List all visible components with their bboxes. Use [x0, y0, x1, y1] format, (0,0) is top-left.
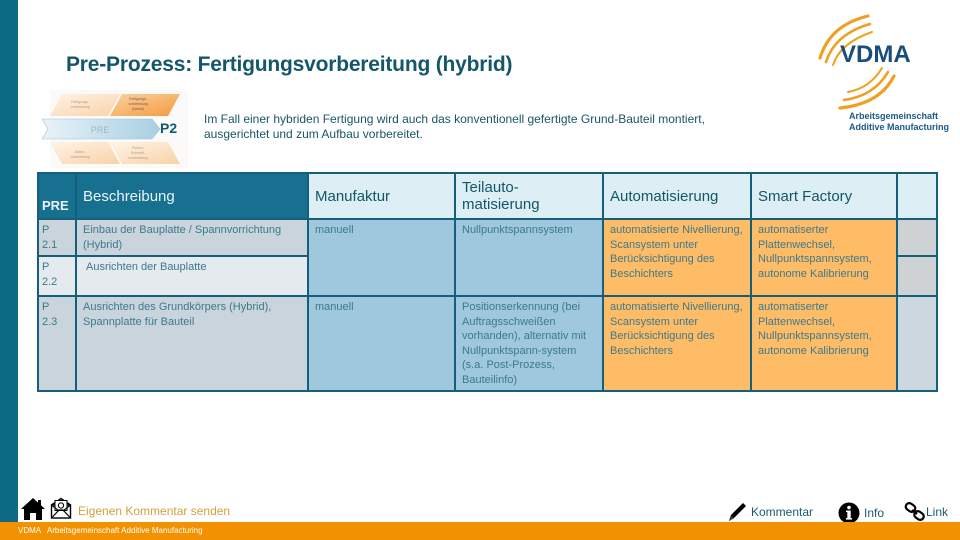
row-teilautomatisierung: Positionserkennung (bei Auftragsschweiße… — [454, 295, 604, 392]
row-manufaktur: manuell — [307, 218, 456, 297]
row-teilautomatisierung: Nullpunktspannsystem — [454, 218, 604, 297]
row-beschreibung: Einbau der Bauplatte / Spannvorrichtung … — [75, 218, 309, 257]
kommentar-label: Kommentar — [751, 505, 814, 519]
header-extra — [896, 172, 938, 220]
svg-text:Fertigungs-: Fertigungs- — [71, 100, 90, 104]
row-id-prefix: P — [42, 261, 50, 273]
svg-text:(hybrid): (hybrid) — [132, 107, 144, 111]
logo-subtitle-line2: Additive Manufacturing — [849, 122, 950, 132]
header-teilautomatisierung-l1: Teilauto- — [462, 179, 519, 196]
footer-org-text: VDMA Arbeitsgemeinschaft Additive Manufa… — [18, 526, 203, 535]
row-beschreibung: Ausrichten der Bauplatte — [75, 255, 309, 297]
svg-text:Rohstoff-: Rohstoff- — [131, 151, 146, 155]
svg-text:vorbereitung: vorbereitung — [128, 102, 148, 106]
row-extra — [896, 295, 938, 392]
info-icon — [838, 502, 860, 524]
chain-link-icon — [904, 502, 925, 521]
svg-text:Fertigungs-: Fertigungs- — [129, 97, 148, 101]
svg-text:vorbereitung: vorbereitung — [70, 105, 90, 109]
header-teilautomatisierung-l2: matisierung — [462, 196, 540, 213]
logo-subtitle: Arbeitsgemeinschaft Additive Manufacturi… — [849, 111, 949, 133]
link-label: Link — [926, 505, 949, 519]
automation-table: PRE Beschreibung Manufaktur Teilauto-mat… — [37, 172, 938, 392]
row-smart-factory: automatiserter Plattenwechsel, Nullpunkt… — [750, 295, 898, 392]
page-title: Pre-Prozess: Fertigungsvorbereitung (hyb… — [66, 53, 513, 76]
kommentar-button[interactable]: Kommentar — [726, 502, 813, 522]
row-smart-factory: automatiserter Plattenwechsel, Nullpunkt… — [750, 218, 898, 297]
header-pre: PRE — [37, 172, 77, 220]
table-row: P 2.1 Einbau der Bauplatte / Spannvorrich… — [37, 218, 938, 297]
row-automatisierung: automatisierte Nivellierung, Scansystem … — [602, 295, 752, 392]
header-smart-factory: Smart Factory — [750, 172, 898, 220]
row-beschreibung: Ausrichten des Grundkörpers (Hybrid), Sp… — [75, 295, 309, 392]
row-manufaktur: manuell — [307, 295, 456, 392]
svg-text:vorbereitung: vorbereitung — [128, 156, 148, 160]
svg-text:vorbereitung: vorbereitung — [70, 155, 90, 159]
row-id-prefix: P — [42, 301, 50, 313]
row-id: P 2.1 — [37, 218, 77, 257]
mail-icon[interactable] — [50, 497, 72, 519]
row-automatisierung: automatisierte Nivellierung, Scansystem … — [602, 218, 752, 297]
svg-text:PRE: PRE — [91, 125, 110, 135]
row-id-number: 2.2 — [42, 275, 58, 288]
home-icon[interactable] — [20, 497, 46, 521]
table-row: P 2.3 Ausrichten des Grundkörpers (Hybrid… — [37, 295, 938, 392]
row-id: P 2.2 — [37, 255, 77, 297]
header-teilautomatisierung: Teilauto-matisierung — [454, 172, 604, 220]
svg-text:Daten-: Daten- — [75, 150, 86, 154]
row-extra — [896, 255, 938, 297]
row-id-number: 2.3 — [42, 315, 58, 328]
svg-text:Pulver-/: Pulver-/ — [132, 146, 144, 150]
header-automatisierung: Automatisierung — [602, 172, 752, 220]
row-id-prefix: P — [42, 224, 50, 236]
send-comment-link[interactable]: Eigenen Kommentar senden — [78, 504, 230, 518]
header-beschreibung: Beschreibung — [75, 172, 309, 220]
row-id-number: 2.1 — [42, 238, 58, 251]
header-manufaktur: Manufaktur — [307, 172, 456, 220]
link-button[interactable]: Link — [904, 502, 948, 522]
step-label: P2 — [160, 120, 178, 136]
intro-text: Im Fall einer hybriden Fertigung wird au… — [204, 112, 705, 141]
left-accent-bar — [0, 0, 18, 522]
logo-subtitle-line1: Arbeitsgemeinschaft — [849, 111, 939, 121]
info-button[interactable]: Info — [838, 502, 884, 524]
info-label: Info — [864, 506, 885, 520]
svg-text:VDMA: VDMA — [840, 41, 911, 68]
pencil-icon — [729, 503, 746, 521]
row-id: P 2.3 — [37, 295, 77, 392]
table-header-row: PRE Beschreibung Manufaktur Teilauto-mat… — [37, 172, 938, 220]
row-extra — [896, 218, 938, 257]
